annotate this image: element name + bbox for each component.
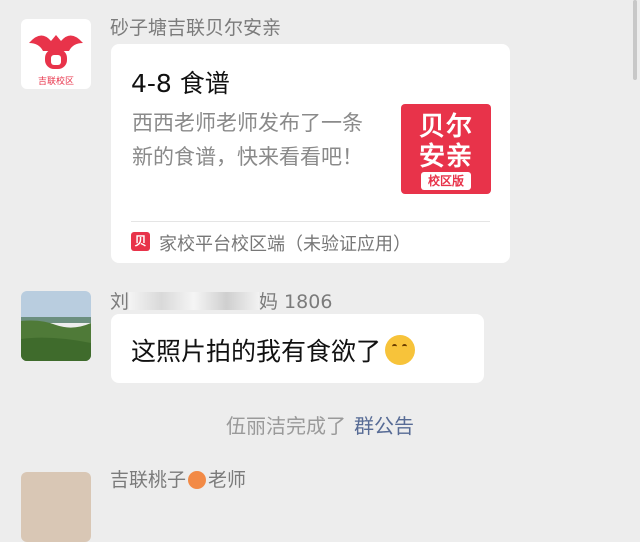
sender-name: 吉联桃子 老师 <box>110 465 246 492</box>
peach-emoji-icon <box>188 471 207 489</box>
card-description: 西西老师老师发布了一条新的食谱，快来看看吧！ <box>132 111 363 169</box>
sender-name-suffix: 妈 1806 <box>259 291 333 313</box>
message-text-content: 这照片拍的我有食欲了 <box>131 332 416 368</box>
scrollbar[interactable] <box>633 0 637 80</box>
redacted-name <box>129 292 260 310</box>
avatar-caption: 吉联校区 <box>37 77 74 87</box>
avatar[interactable] <box>21 291 91 361</box>
message-text-body: 这照片拍的我有食欲了 <box>131 337 382 366</box>
card-bubble[interactable]: 4-8 食谱 西西老师老师发布了一条新的食谱，快来看看吧！ 贝尔 安亲 校区版 … <box>111 44 510 263</box>
avatar[interactable] <box>21 472 91 542</box>
card-divider <box>131 221 490 222</box>
thumbnail-text-line2: 安亲 <box>418 142 473 172</box>
landscape-photo-icon <box>21 291 91 361</box>
sender-name: 刘 妈 1806 <box>110 287 332 314</box>
text-bubble[interactable]: 这照片拍的我有食欲了 <box>111 314 484 383</box>
system-notice: 伍丽洁完成了 群公告 <box>0 410 640 439</box>
card-thumbnail: 贝尔 安亲 校区版 <box>401 104 491 194</box>
app-source-icon: 贝 <box>131 232 150 251</box>
sender-name-suffix: 老师 <box>208 469 247 491</box>
thinking-face-icon <box>385 335 416 365</box>
group-announcement-link[interactable]: 群公告 <box>354 414 414 438</box>
system-notice-text: 伍丽洁完成了 <box>226 414 346 438</box>
card-title: 4-8 食谱 <box>131 69 230 98</box>
sender-name-prefix: 吉联桃子 <box>110 469 187 491</box>
thumbnail-badge: 校区版 <box>421 172 471 190</box>
sender-name: 砂子塘吉联贝尔安亲 <box>110 17 282 39</box>
sender-name-prefix: 刘 <box>110 291 130 313</box>
avatar[interactable]: 吉联校区 <box>21 19 91 89</box>
card-source-label: 家校平台校区端（未验证应用） <box>159 234 411 255</box>
